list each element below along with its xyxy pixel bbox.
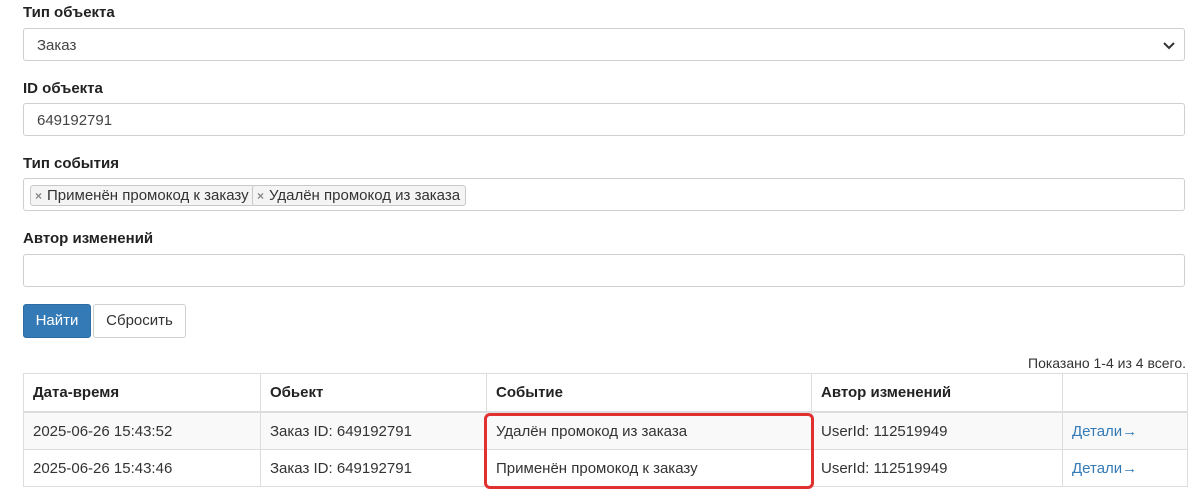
author-input[interactable]	[23, 254, 1185, 287]
details-link[interactable]: Детали→	[1072, 460, 1137, 477]
table-row: 2025-06-26 15:43:52 Заказ ID: 649192791 …	[23, 411, 1188, 450]
event-type-tag[interactable]: × Применён промокод к заказу	[30, 185, 255, 206]
object-type-label: Тип объекта	[23, 4, 115, 21]
object-type-value: Заказ	[37, 37, 77, 54]
column-header-object[interactable]: Обьект	[260, 373, 487, 413]
cell-datetime: 2025-06-26 15:43:46	[23, 449, 261, 487]
events-table: Дата-время Обьект Событие Автор изменени…	[23, 373, 1188, 487]
cell-event: Удалён промокод из заказа	[486, 411, 812, 450]
table-row: 2025-06-26 15:43:46 Заказ ID: 649192791 …	[23, 449, 1188, 487]
event-type-tag[interactable]: × Удалён промокод из заказа	[252, 185, 467, 206]
reset-button[interactable]: Сбросить	[93, 304, 186, 338]
column-header-datetime[interactable]: Дата-время	[23, 373, 261, 413]
object-type-select[interactable]: Заказ	[23, 28, 1185, 61]
object-id-label: ID объекта	[23, 80, 103, 97]
cell-datetime: 2025-06-26 15:43:52	[23, 411, 261, 450]
search-button[interactable]: Найти	[23, 304, 91, 338]
object-id-value: 649192791	[37, 112, 113, 129]
author-label: Автор изменений	[23, 230, 154, 247]
chevron-down-icon	[1163, 42, 1175, 50]
details-link[interactable]: Детали→	[1072, 423, 1137, 440]
cell-object: Заказ ID: 649192791	[260, 449, 487, 487]
table-header-row: Дата-время Обьект Событие Автор изменени…	[23, 373, 1188, 413]
cell-event: Применён промокод к заказу	[486, 449, 812, 487]
event-type-tag-label: Применён промокод к заказу	[47, 187, 249, 204]
cell-details: Детали→	[1062, 411, 1188, 450]
object-id-input[interactable]: 649192791	[23, 103, 1185, 136]
column-header-actions	[1062, 373, 1188, 413]
event-type-tag-label: Удалён промокод из заказа	[269, 187, 461, 204]
remove-tag-icon[interactable]: ×	[257, 189, 264, 203]
cell-object: Заказ ID: 649192791	[260, 411, 487, 450]
cell-author: UserId: 112519949	[811, 411, 1063, 450]
event-type-label: Тип события	[23, 155, 119, 172]
cell-author: UserId: 112519949	[811, 449, 1063, 487]
cell-details: Детали→	[1062, 449, 1188, 487]
event-type-multiselect[interactable]: × Применён промокод к заказу × Удалён пром…	[23, 178, 1185, 211]
remove-tag-icon[interactable]: ×	[35, 189, 42, 203]
column-header-author[interactable]: Автор изменений	[811, 373, 1063, 413]
results-summary: Показано 1-4 из 4 всего.	[1028, 355, 1186, 371]
column-header-event[interactable]: Событие	[486, 373, 812, 413]
